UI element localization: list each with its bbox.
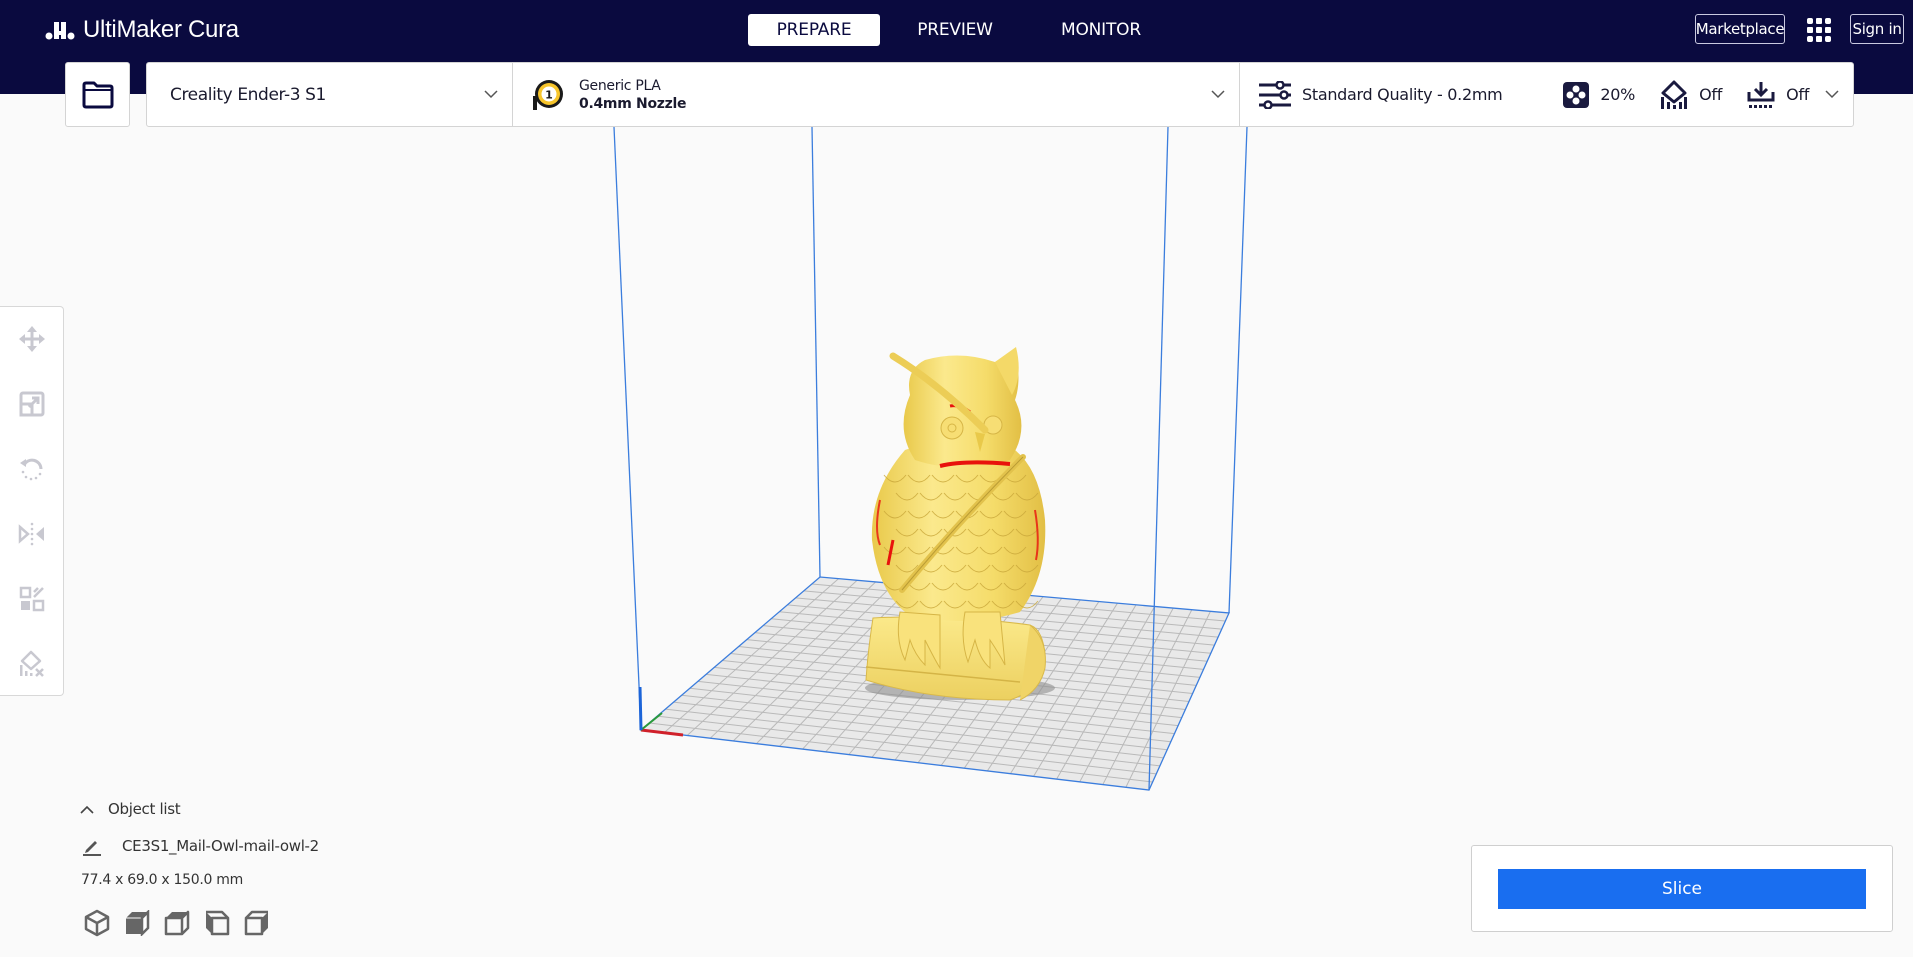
chevron-down-icon bbox=[1211, 89, 1225, 98]
adhesion-icon bbox=[1747, 81, 1775, 108]
view-front-icon bbox=[126, 910, 150, 936]
object-dimensions: 77.4 x 69.0 x 150.0 mm bbox=[81, 872, 243, 888]
adhesion-value: Off bbox=[1786, 85, 1810, 104]
z-axis bbox=[638, 686, 643, 731]
view-3d-button[interactable] bbox=[82, 908, 112, 938]
tool-mirror[interactable] bbox=[14, 516, 50, 552]
app-title: UltiMaker Cura bbox=[83, 16, 239, 43]
view-top-icon bbox=[164, 910, 190, 936]
material-selector[interactable]: 1 Generic PLA 0.4mm Nozzle bbox=[512, 63, 1239, 126]
view-front-button[interactable] bbox=[122, 908, 152, 938]
tool-rotate[interactable] bbox=[14, 451, 50, 487]
printer-name: Creality Ender-3 S1 bbox=[170, 84, 326, 105]
ultimaker-logo-icon bbox=[45, 22, 75, 40]
sign-in-button[interactable]: Sign in bbox=[1850, 14, 1904, 44]
view-3d-icon bbox=[84, 909, 110, 937]
quality-sliders-icon bbox=[1259, 80, 1291, 109]
extruder-number: 1 bbox=[545, 88, 553, 101]
view-left-icon bbox=[206, 910, 230, 936]
view-right-icon bbox=[244, 910, 268, 936]
support-blocker-icon bbox=[20, 650, 44, 677]
support-value: Off bbox=[1699, 85, 1723, 104]
apps-button[interactable] bbox=[1805, 14, 1833, 46]
chevron-down-icon bbox=[1825, 89, 1839, 98]
move-icon bbox=[19, 326, 45, 352]
view-right-button[interactable] bbox=[242, 908, 272, 938]
rotate-icon bbox=[20, 458, 43, 481]
material-name: Generic PLA bbox=[579, 77, 661, 94]
tab-prepare[interactable]: PREPARE bbox=[748, 14, 880, 46]
scale-icon bbox=[19, 391, 45, 417]
tool-panel bbox=[0, 306, 64, 696]
slice-button[interactable]: Slice bbox=[1498, 869, 1866, 909]
tool-scale[interactable] bbox=[14, 386, 50, 422]
infill-icon bbox=[1563, 81, 1590, 108]
nozzle-size: 0.4mm Nozzle bbox=[579, 95, 687, 112]
action-panel: Slice bbox=[1471, 845, 1893, 932]
tab-preview[interactable]: PREVIEW bbox=[900, 14, 1010, 46]
tool-move[interactable] bbox=[14, 321, 50, 357]
printer-selector[interactable]: Creality Ender-3 S1 bbox=[147, 63, 512, 126]
print-settings-selector[interactable]: Standard Quality - 0.2mm 20% Off Off bbox=[1239, 63, 1853, 126]
object-name: CE3S1_Mail-Owl-mail-owl-2 bbox=[122, 837, 319, 855]
per-model-settings-icon bbox=[19, 586, 45, 612]
3d-viewport[interactable] bbox=[0, 126, 1913, 952]
view-top-button[interactable] bbox=[162, 908, 192, 938]
print-setup-bar: Creality Ender-3 S1 1 Generic PLA 0.4mm … bbox=[146, 62, 1854, 127]
apps-grid-icon bbox=[1807, 18, 1831, 42]
owl-model[interactable] bbox=[865, 347, 1046, 701]
object-list-header: Object list bbox=[108, 800, 181, 818]
folder-icon bbox=[82, 81, 113, 108]
chevron-up-icon bbox=[80, 805, 94, 814]
object-list-item[interactable]: CE3S1_Mail-Owl-mail-owl-2 bbox=[82, 836, 319, 856]
tool-support-blocker[interactable] bbox=[14, 646, 50, 682]
open-file-button[interactable] bbox=[65, 62, 130, 127]
build-volume-scene[interactable] bbox=[0, 126, 1913, 952]
extruder-icon: 1 bbox=[533, 79, 563, 110]
infill-value: 20% bbox=[1600, 85, 1636, 104]
tab-monitor[interactable]: MONITOR bbox=[1046, 14, 1156, 46]
edit-pencil-icon bbox=[83, 841, 101, 856]
tool-per-model-settings[interactable] bbox=[14, 581, 50, 617]
app-logo: UltiMaker Cura bbox=[45, 14, 239, 46]
marketplace-button[interactable]: Marketplace bbox=[1695, 14, 1785, 44]
chevron-down-icon bbox=[484, 89, 498, 98]
object-list-toggle[interactable]: Object list bbox=[80, 800, 181, 818]
view-left-button[interactable] bbox=[202, 908, 232, 938]
support-icon bbox=[1661, 80, 1688, 109]
mirror-icon bbox=[18, 522, 44, 546]
quality-profile: Standard Quality - 0.2mm bbox=[1302, 85, 1503, 104]
